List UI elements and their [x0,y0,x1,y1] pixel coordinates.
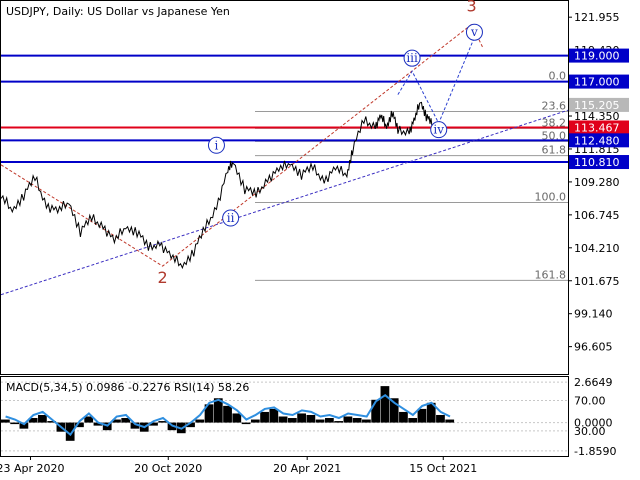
macd-histogram-bar [436,414,445,423]
macd-histogram-bar [1,419,10,423]
price-tick-label: 101.675 [574,275,620,288]
price-tag-112.480: 112.480 [574,134,620,147]
macd-histogram-bar [10,422,20,425]
macd-histogram-bar [325,418,334,423]
time-tick-label: 20 Apr 2021 [273,462,341,475]
macd-histogram-bar [241,422,251,425]
macd-tick-label: -1.8590 [574,445,616,458]
macd-histogram-bar [250,419,260,423]
time-tick-label: 20 Oct 2020 [134,462,202,475]
price-tick-label: 96.605 [574,341,613,354]
macd-title: MACD(5,34,5) 0.0986 -0.2276 RSI(14) 58.2… [6,381,249,394]
macd-histogram-bar [334,421,344,423]
macd-tick-label: 70.00 [574,395,606,408]
price-tag-119.000: 119.000 [574,50,620,63]
price-tag-115.205: 115.205 [574,99,620,112]
price-tag-113.467: 113.467 [574,121,620,134]
macd-histogram-bar [38,414,47,423]
price-tick-label: 99.140 [574,308,613,321]
macd-histogram-bar [343,416,353,423]
main-chart-frame [0,0,569,375]
macd-histogram-bar [232,413,242,423]
macd-histogram-bar [297,413,306,423]
macd-histogram-bar [315,419,325,423]
fib-label-161.8: 161.8 [535,268,567,281]
macd-tick-label: 2.6649 [574,376,613,389]
macd-histogram-bar [269,408,279,423]
price-tick-label: 106.745 [574,209,620,222]
price-tick-label: 121.955 [574,11,620,24]
macd-histogram-bar [352,418,362,423]
fib-label-23.6: 23.6 [542,99,567,112]
macd-histogram-bar [399,411,408,423]
macd-histogram-bar [223,405,232,423]
macd-histogram-bar [260,411,269,423]
price-tick-label: 109.280 [574,176,620,189]
time-tick-label: 23 Apr 2020 [0,462,64,475]
time-tick-label: 15 Oct 2021 [409,462,477,475]
usdjpy-chart: 0.023.638.250.061.8100.0161.8 32iiiiiiiv… [0,0,629,475]
wave-label-v: v [470,25,478,39]
macd-histogram-bar [306,414,316,423]
wave-label-i: i [215,138,219,152]
macd-histogram-bar [380,386,390,423]
macd-histogram-bar [408,418,418,423]
price-tag-110.810: 110.810 [574,156,620,169]
price-tick-label: 104.210 [574,242,620,255]
macd-histogram-bar [445,419,455,423]
chart-title: USDJPY, Daily: US Dollar vs Japanese Yen [6,5,230,18]
macd-histogram-bar [417,408,427,423]
macd-histogram-bar [195,419,205,423]
macd-histogram-bar [287,418,297,423]
macd-histogram-bar [278,416,288,423]
wave-label-3: 3 [467,0,477,15]
fib-label-100.0: 100.0 [535,190,567,203]
price-tag-117.000: 117.000 [574,76,620,89]
macd-histogram-bar [362,419,371,423]
time-axis: 23 Apr 2020 20 Oct 2020 20 Apr 2021 15 Oct … [0,456,477,475]
wave-label-ii: ii [227,211,235,225]
macd-tick-label: 30.00 [574,425,606,438]
wave-label-iv: iv [433,123,444,137]
wave-label-2: 2 [158,268,168,287]
wave-label-iii: iii [406,51,418,65]
fib-label-61.8: 61.8 [542,144,567,157]
